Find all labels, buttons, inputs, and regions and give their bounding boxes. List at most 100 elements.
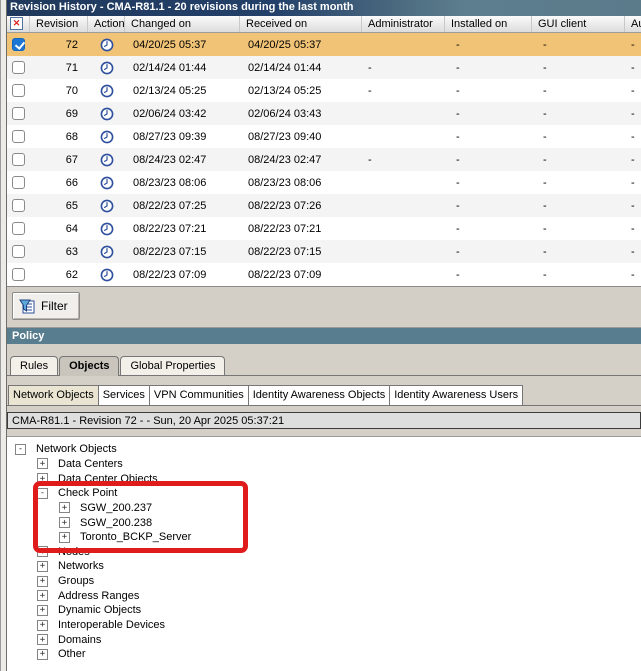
tree-item: + Data Center Objects	[37, 471, 641, 486]
revision-row[interactable]: 6308/22/23 07:1508/22/23 07:15---	[7, 240, 641, 263]
revision-row[interactable]: 7002/13/24 05:2502/13/24 05:25----	[7, 79, 641, 102]
tree-item-label[interactable]: Check Point	[58, 487, 117, 499]
column-header-action[interactable]: Action	[88, 16, 125, 32]
row-checkbox[interactable]	[12, 268, 25, 281]
row-checkbox[interactable]	[12, 199, 25, 212]
revision-row[interactable]: 6208/22/23 07:0908/22/23 07:09---	[7, 263, 641, 286]
subtab-identity-awareness-objects[interactable]: Identity Awareness Objects	[248, 385, 390, 406]
received-on-cell: 04/20/25 05:37	[240, 39, 362, 51]
tree-item-label[interactable]: SGW_200.237	[80, 502, 152, 514]
expand-icon[interactable]: +	[37, 620, 48, 631]
row-checkbox[interactable]	[12, 130, 25, 143]
received-on-cell: 02/13/24 05:25	[240, 85, 362, 97]
tree-item-label[interactable]: Groups	[58, 575, 94, 587]
expand-icon[interactable]: +	[37, 605, 48, 616]
tree-item-label[interactable]: Nodes	[58, 546, 90, 558]
column-header-administrator[interactable]: Administrator	[362, 16, 445, 32]
expand-icon[interactable]: +	[37, 546, 48, 557]
tree-item: + Networks	[37, 559, 641, 574]
subtab-network-objects[interactable]: Network Objects	[8, 385, 99, 406]
filter-toolbar: Filter	[7, 286, 641, 322]
expand-icon[interactable]: +	[59, 517, 70, 528]
revision-table-body: 7204/20/25 05:3704/20/25 05:37---7102/14…	[7, 33, 641, 286]
tree-item-label[interactable]: Data Center Objects	[58, 473, 158, 485]
revision-row[interactable]: 6808/27/23 09:3908/27/23 09:40---	[7, 125, 641, 148]
revision-cell: 63	[30, 246, 88, 258]
row-checkbox[interactable]	[12, 222, 25, 235]
tree-item: -Check Point	[37, 486, 641, 501]
row-checkbox[interactable]	[12, 84, 25, 97]
tree-item-label[interactable]: Domains	[58, 634, 101, 646]
tree-item: + Dynamic Objects	[37, 603, 641, 618]
row-checkbox[interactable]	[12, 245, 25, 258]
expand-icon[interactable]: +	[59, 502, 70, 513]
audit-cell: -	[625, 223, 641, 235]
revision-row[interactable]: 7204/20/25 05:3704/20/25 05:37---	[7, 33, 641, 56]
tab-global-properties[interactable]: Global Properties	[120, 356, 225, 375]
column-header-received-on[interactable]: Received on	[240, 16, 362, 32]
row-checkbox-cell	[7, 222, 30, 235]
gui-client-cell: -	[532, 39, 625, 51]
revision-cell: 64	[30, 223, 88, 235]
row-checkbox-cell	[7, 245, 30, 258]
expand-icon[interactable]: +	[37, 458, 48, 469]
tree-item-label[interactable]: Data Centers	[58, 458, 123, 470]
audit-cell: -	[625, 108, 641, 120]
row-checkbox[interactable]	[12, 38, 25, 51]
expand-icon[interactable]: +	[37, 561, 48, 572]
revision-cell: 67	[30, 154, 88, 166]
clear-selection-icon[interactable]: ✕	[10, 17, 23, 30]
tree-item-label[interactable]: Interoperable Devices	[58, 619, 165, 631]
expand-icon[interactable]: +	[37, 473, 48, 484]
revision-row[interactable]: 6408/22/23 07:2108/22/23 07:21---	[7, 217, 641, 240]
expand-icon[interactable]: +	[37, 590, 48, 601]
column-header-installed-on[interactable]: Installed on	[445, 16, 532, 32]
revision-row[interactable]: 6508/22/23 07:2508/22/23 07:26---	[7, 194, 641, 217]
row-checkbox[interactable]	[12, 61, 25, 74]
tree-item-label[interactable]: Address Ranges	[58, 590, 139, 602]
tree-item-label[interactable]: Networks	[58, 560, 104, 572]
tree-item-label[interactable]: Toronto_BCKP_Server	[80, 531, 191, 543]
clock-icon	[100, 176, 114, 190]
row-checkbox[interactable]	[12, 107, 25, 120]
revision-row[interactable]: 6608/23/23 08:0608/23/23 08:06---	[7, 171, 641, 194]
expand-icon[interactable]: +	[37, 576, 48, 587]
left-splitter-gutter[interactable]	[0, 0, 7, 671]
expand-icon[interactable]: +	[37, 634, 48, 645]
gui-client-cell: -	[532, 62, 625, 74]
tree-item-label[interactable]: SGW_200.238	[80, 517, 152, 529]
column-header-gui-client[interactable]: GUI client	[532, 16, 625, 32]
tree-item-label[interactable]: Other	[58, 648, 86, 660]
received-on-cell: 08/22/23 07:15	[240, 246, 362, 258]
app-window: Revision History - CMA-R81.1 - 20 revisi…	[0, 0, 641, 671]
expand-icon[interactable]: +	[59, 532, 70, 543]
tab-objects[interactable]: Objects	[59, 356, 119, 376]
tree-item-label[interactable]: Network Objects	[36, 443, 117, 455]
revision-row[interactable]: 7102/14/24 01:4402/14/24 01:44----	[7, 56, 641, 79]
action-cell	[88, 268, 125, 282]
revision-row[interactable]: 6902/06/24 03:4202/06/24 03:43---	[7, 102, 641, 125]
revision-row[interactable]: 6708/24/23 02:4708/24/23 02:47----	[7, 148, 641, 171]
collapse-icon[interactable]: -	[15, 444, 26, 455]
subtab-identity-awareness-users[interactable]: Identity Awareness Users	[389, 385, 523, 406]
installed-on-cell: -	[445, 131, 532, 143]
row-checkbox-cell	[7, 268, 30, 281]
received-on-cell: 08/24/23 02:47	[240, 154, 362, 166]
subtab-vpn-communities[interactable]: VPN Communities	[149, 385, 249, 406]
clear-selection-column-header[interactable]: ✕	[7, 16, 30, 32]
expand-icon[interactable]: +	[37, 649, 48, 660]
audit-cell: -	[625, 62, 641, 74]
subtab-services[interactable]: Services	[98, 385, 150, 406]
row-checkbox[interactable]	[12, 153, 25, 166]
row-checkbox[interactable]	[12, 176, 25, 189]
filter-button[interactable]: Filter	[12, 292, 80, 320]
column-header-audit[interactable]: Au	[625, 16, 641, 32]
tab-rules[interactable]: Rules	[10, 356, 58, 375]
collapse-icon[interactable]: -	[37, 488, 48, 499]
audit-cell: -	[625, 131, 641, 143]
tree-item-label[interactable]: Dynamic Objects	[58, 604, 141, 616]
revision-cell: 72	[30, 39, 88, 51]
column-header-changed-on[interactable]: Changed on	[125, 16, 240, 32]
column-header-revision[interactable]: Revision	[30, 16, 88, 32]
changed-on-cell: 08/22/23 07:21	[125, 223, 240, 235]
